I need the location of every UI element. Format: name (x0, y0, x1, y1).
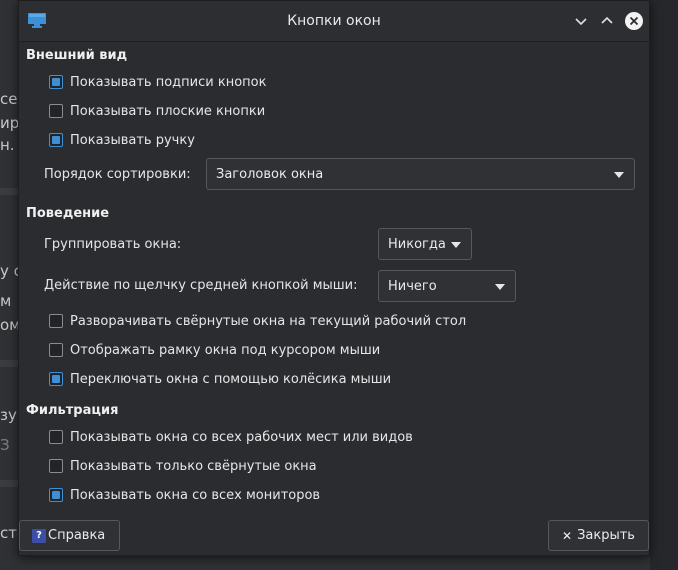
restore-to-current-checkbox[interactable] (49, 314, 63, 328)
all-workspaces-label: Показывать окна со всех рабочих мест или… (70, 429, 413, 445)
dropdown-arrow-icon (614, 172, 624, 178)
background-text: З (0, 436, 10, 454)
background-text: у с (0, 262, 20, 280)
section-title-behavior: Поведение (26, 206, 110, 221)
background-text: м (0, 292, 12, 310)
all-workspaces-checkbox-row[interactable]: Показывать окна со всех рабочих мест или… (49, 427, 413, 447)
close-icon: ✕ (562, 528, 573, 543)
sort-order-select[interactable]: Заголовок окна (206, 158, 635, 190)
all-monitors-label: Показывать окна со всех мониторов (70, 487, 321, 503)
window-title: Кнопки окон (287, 13, 381, 29)
dropdown-arrow-icon (451, 242, 461, 248)
only-minimized-checkbox-row[interactable]: Показывать только свёрнутые окна (49, 456, 317, 476)
section-title-appearance: Внешний вид (26, 48, 128, 63)
show-handle-label: Показывать ручку (70, 132, 195, 148)
window-buttons-dialog: Кнопки окон Внешний вид Показывать подпи… (18, 0, 650, 556)
background-text: ир (0, 114, 20, 132)
group-windows-label: Группировать окна: (44, 237, 182, 252)
middle-click-label: Действие по щелчку средней кнопкой мыши: (44, 278, 358, 293)
restore-to-current-label: Разворачивать свёрнутые окна на текущий … (70, 313, 467, 329)
show-handle-checkbox-row[interactable]: Показывать ручку (49, 130, 195, 150)
show-button-labels-checkbox-row[interactable]: Показывать подписи кнопок (49, 72, 266, 92)
group-windows-select[interactable]: Никогда (378, 228, 472, 260)
background-desktop (650, 0, 678, 570)
mouse-wheel-checkbox-row[interactable]: Переключать окна с помощью колёсика мыши (49, 369, 391, 389)
sort-order-value: Заголовок окна (216, 166, 324, 182)
minimize-chevron-down-icon[interactable] (571, 11, 591, 31)
all-monitors-checkbox[interactable] (49, 488, 63, 502)
show-frame-checkbox-row[interactable]: Отображать рамку окна под курсором мыши (49, 340, 380, 360)
mouse-wheel-checkbox[interactable] (49, 372, 63, 386)
background-text: се (0, 90, 18, 108)
maximize-chevron-up-icon[interactable] (597, 11, 617, 31)
show-frame-checkbox[interactable] (49, 343, 63, 357)
background-divider (0, 188, 20, 195)
background-text: ом (0, 316, 20, 334)
show-flat-buttons-label: Показывать плоские кнопки (70, 103, 266, 119)
close-window-icon[interactable] (624, 11, 644, 31)
mouse-wheel-label: Переключать окна с помощью колёсика мыши (70, 371, 392, 387)
help-icon: ? (32, 528, 46, 543)
restore-to-current-checkbox-row[interactable]: Разворачивать свёрнутые окна на текущий … (49, 311, 466, 331)
show-flat-buttons-checkbox[interactable] (49, 104, 63, 118)
group-windows-value: Никогда (388, 236, 446, 252)
background-text: н. I (0, 136, 20, 154)
show-flat-buttons-checkbox-row[interactable]: Показывать плоские кнопки (49, 101, 265, 121)
help-button-label: Справка (48, 528, 106, 543)
section-title-filtering: Фильтрация (26, 403, 119, 418)
background-text: сте (0, 524, 20, 542)
only-minimized-checkbox[interactable] (49, 459, 63, 473)
only-minimized-label: Показывать только свёрнутые окна (70, 458, 317, 474)
all-monitors-checkbox-row[interactable]: Показывать окна со всех мониторов (49, 485, 320, 505)
title-bar[interactable]: Кнопки окон (19, 1, 649, 42)
sort-order-label: Порядок сортировки: (44, 167, 191, 182)
middle-click-value: Ничего (388, 278, 437, 294)
close-button-label: Закрыть (577, 528, 635, 543)
background-divider (0, 480, 20, 487)
help-button[interactable]: ? Справка (19, 520, 120, 551)
all-workspaces-checkbox[interactable] (49, 430, 63, 444)
show-handle-checkbox[interactable] (49, 133, 63, 147)
background-divider (0, 360, 20, 367)
show-button-labels-checkbox[interactable] (49, 75, 63, 89)
close-button[interactable]: ✕ Закрыть (548, 520, 649, 551)
middle-click-select[interactable]: Ничего (378, 270, 516, 302)
background-text: зу (0, 406, 17, 424)
show-frame-label: Отображать рамку окна под курсором мыши (70, 342, 381, 358)
show-button-labels-label: Показывать подписи кнопок (70, 74, 267, 90)
dropdown-arrow-icon (495, 284, 505, 290)
